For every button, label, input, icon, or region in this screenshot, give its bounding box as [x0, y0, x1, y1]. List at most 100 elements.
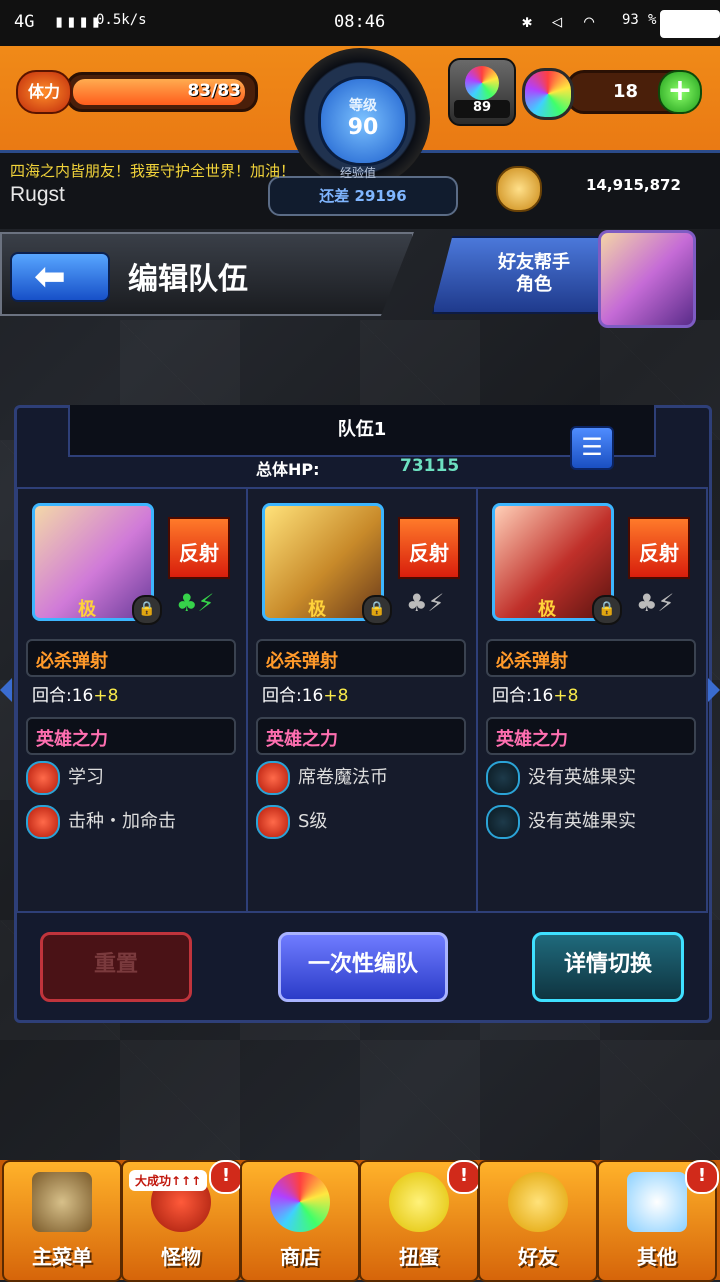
- detail-toggle-button[interactable]: 详情切换: [532, 932, 684, 1002]
- alert-icon: !: [447, 1160, 481, 1194]
- empty-fruit-icon: [486, 761, 520, 795]
- team-list-button[interactable]: ☰: [570, 426, 614, 470]
- nav-friends[interactable]: 好友: [478, 1160, 598, 1282]
- fruit-name: S级: [298, 811, 328, 832]
- nav-shop[interactable]: 商店: [240, 1160, 360, 1282]
- next-team-arrow-icon[interactable]: [708, 678, 720, 702]
- back-button[interactable]: ⬅: [10, 252, 110, 302]
- fruit-name: 击种・加命击: [68, 811, 176, 832]
- grade-label: 极: [308, 599, 326, 620]
- reset-button[interactable]: 重置: [40, 932, 192, 1002]
- exp-box: 经验值 还差 29196: [268, 166, 458, 216]
- nav-label: 商店: [280, 1245, 320, 1269]
- skill-box: 必杀弹射: [256, 639, 466, 677]
- one-time-formation-button[interactable]: 一次性编队: [278, 932, 448, 1002]
- reflect-label: 反射: [639, 541, 679, 565]
- hero-power-box: 英雄之力: [26, 717, 236, 755]
- team-header: 队伍1: [68, 405, 656, 457]
- skill-turns: 回合:16+8: [32, 686, 119, 706]
- stamina-icon: 体力: [16, 70, 72, 114]
- bluetooth-icon: ✱: [522, 12, 533, 32]
- hero-power-label: 英雄之力: [266, 729, 338, 750]
- reflect-badge: 反射: [628, 517, 690, 579]
- status-bar: 4G ▮▮▮▮ 0.5k/s 08:46 ✱ ◁ ◠ 93 %: [0, 0, 720, 46]
- fruit-icon: [26, 761, 60, 795]
- hero-power-box: 英雄之力: [256, 717, 466, 755]
- nav-label: 好友: [518, 1245, 558, 1269]
- page-title: 编辑队伍: [128, 262, 248, 297]
- level-orb: 等级 90: [318, 76, 408, 166]
- nav-main-menu[interactable]: 主菜单: [2, 1160, 122, 1282]
- player-name: Rugst: [10, 183, 65, 206]
- clover-icon: ♣⚡: [636, 589, 675, 617]
- exp-label: 经验值: [340, 166, 377, 180]
- nav-gacha[interactable]: ! 扭蛋: [359, 1160, 481, 1282]
- grade-label: 极: [538, 599, 556, 620]
- skill-turns: 回合:16+8: [262, 686, 349, 706]
- rainbow-orb-icon: [522, 68, 574, 120]
- lock-icon[interactable]: 🔒: [132, 595, 162, 625]
- skill-turns: 回合:16+8: [492, 686, 579, 706]
- castle-gate-icon: [32, 1172, 92, 1232]
- nav-label: 怪物: [161, 1245, 201, 1269]
- speed-label: 0.5k/s: [96, 12, 147, 28]
- fruit-name: 没有英雄果实: [528, 811, 636, 832]
- friend-helper-portrait[interactable]: [598, 230, 696, 328]
- skill-name: 必杀弹射: [36, 651, 108, 672]
- nav-label: 扭蛋: [399, 1245, 439, 1269]
- empty-fruit-icon: [486, 805, 520, 839]
- nav-monsters[interactable]: 大成功↑↑↑ ! 怪物: [121, 1160, 243, 1282]
- buy-orb-button[interactable]: +: [658, 70, 702, 114]
- fruit-name: 席卷魔法币: [298, 767, 388, 788]
- clock: 08:46: [334, 12, 386, 32]
- percent-sign: %: [648, 12, 657, 28]
- reflect-badge: 反射: [398, 517, 460, 579]
- nav-label: 其他: [637, 1245, 677, 1269]
- mute-icon: ◁: [552, 12, 563, 32]
- friend-helper-button[interactable]: 好友帮手 角色: [432, 236, 602, 314]
- skill-name: 必杀弹射: [496, 651, 568, 672]
- skill-name: 必杀弹射: [266, 651, 338, 672]
- orb-count: 18: [613, 81, 639, 102]
- great-success-tag: 大成功↑↑↑: [129, 1170, 208, 1191]
- nav-label: 主菜单: [32, 1245, 92, 1269]
- gem-icon: [465, 66, 499, 100]
- gem-box[interactable]: 89: [448, 58, 516, 126]
- fruit-name: 没有英雄果实: [528, 767, 636, 788]
- lock-icon[interactable]: 🔒: [592, 595, 622, 625]
- reflect-label: 反射: [409, 541, 449, 565]
- stamina-value: 83/83: [187, 81, 241, 101]
- exp-remaining: 还差 29196: [319, 187, 407, 205]
- hero-power-box: 英雄之力: [486, 717, 696, 755]
- level-value: 90: [347, 115, 379, 140]
- team-slot-2[interactable]: 反射 极 🔒 ♣⚡ 必杀弹射 回合:16+8 英雄之力 席卷魔法币 S级: [246, 487, 478, 913]
- fruit-name: 学习: [68, 767, 104, 788]
- battery-percent: 93: [622, 12, 639, 28]
- back-arrow-icon: ⬅: [34, 254, 66, 298]
- lock-icon[interactable]: 🔒: [362, 595, 392, 625]
- orb-shop-icon: [270, 1172, 330, 1232]
- team-slot-1[interactable]: 反射 极 🔒 ♣⚡ 必杀弹射 回合:16+8 英雄之力 学习 击种・加命击: [16, 487, 248, 913]
- hero-power-label: 英雄之力: [496, 729, 568, 750]
- team-name: 队伍1: [337, 419, 387, 440]
- player-motto: 四海之内皆朋友！我要守护全世界！加油！: [10, 162, 296, 180]
- total-hp-label: 总体HP:: [256, 460, 320, 479]
- prev-team-arrow-icon[interactable]: [0, 678, 12, 702]
- gold-value: 14,915,872: [586, 176, 681, 194]
- reflect-badge: 反射: [168, 517, 230, 579]
- fruit-icon: [26, 805, 60, 839]
- grade-label: 极: [78, 599, 96, 620]
- level-label: 等级: [349, 98, 377, 114]
- team-slot-3[interactable]: 反射 极 🔒 ♣⚡ 必杀弹射 回合:16+8 英雄之力 没有英雄果实 没有英雄果…: [476, 487, 708, 913]
- stamina-bar: 83/83: [66, 72, 258, 112]
- gold-coin-icon: [496, 166, 542, 212]
- friend-helper-label: 好友帮手 角色: [498, 252, 570, 295]
- alert-icon: !: [685, 1160, 719, 1194]
- nav-other[interactable]: ! 其他: [597, 1160, 719, 1282]
- clover-icon: ♣⚡: [176, 589, 215, 617]
- gem-count: 89: [454, 100, 510, 118]
- skill-box: 必杀弹射: [486, 639, 696, 677]
- egg-icon: [389, 1172, 449, 1232]
- question-icon: [627, 1172, 687, 1232]
- clover-icon: ♣⚡: [406, 589, 445, 617]
